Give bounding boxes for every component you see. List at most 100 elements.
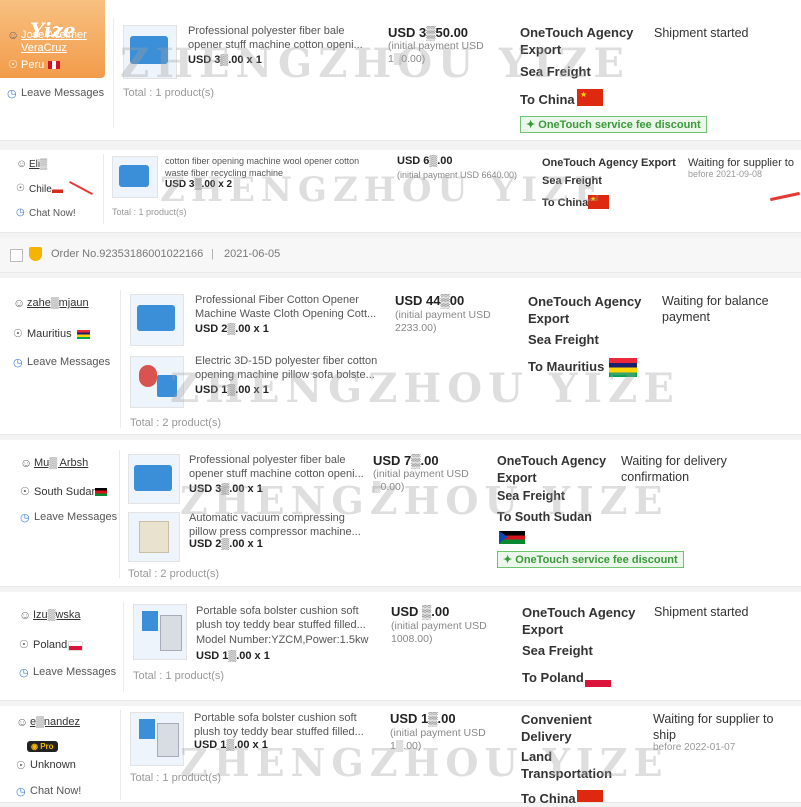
product-thumbnail[interactable] [130, 294, 184, 346]
product-total: Total : 2 product(s) [128, 568, 220, 580]
header-separator: | [211, 248, 214, 260]
product-thumbnail[interactable] [130, 712, 184, 766]
watermark: ZHENGZHOU YIZE [170, 365, 680, 412]
column-divider [113, 18, 114, 128]
order-amount: USD 7▒.00 [373, 453, 439, 468]
user-icon: ☺ [13, 296, 26, 310]
watermark: ZHENGZHOU YIZE [180, 478, 669, 523]
shipping-destination: To China [521, 791, 576, 806]
order-number[interactable]: Order No.923531860010221​66 [51, 248, 203, 260]
leave-messages-link[interactable]: Leave Messages [21, 87, 104, 99]
red-arrow-icon [69, 181, 93, 195]
column-divider [103, 154, 104, 224]
chat-icon: ◷ [16, 786, 26, 798]
red-arrow-icon [770, 191, 800, 202]
message-icon: ◷ [19, 667, 29, 679]
user-icon: ☺ [19, 608, 32, 622]
china-flag-icon: ★ [577, 89, 603, 106]
initial-payment: (initial payment USD 1008.00) [391, 620, 487, 645]
product-total: Total : 1 product(s) [123, 87, 215, 99]
order-card: ☺ Izu▒wska ☉ Poland ◷ Leave Messages Por… [0, 592, 801, 701]
product-title[interactable]: Professional Fiber Cotton Opener Machine… [195, 293, 380, 321]
location-pin-icon: ☉ [13, 328, 23, 340]
product-thumbnail[interactable] [128, 512, 180, 562]
status-deadline: before 2021-09-08 [688, 169, 763, 179]
select-order-checkbox[interactable] [10, 249, 23, 262]
watermark: ZHENGZHOU YIZE [120, 40, 630, 87]
chat-now-link[interactable]: Chat Now! [30, 785, 81, 797]
leaf-icon: ✦ [526, 119, 539, 131]
location-pin-icon: ☉ [20, 486, 30, 498]
order-amount: USD 6▒.00 [397, 155, 453, 167]
order-status: Shipment started [654, 26, 749, 40]
order-status: Shipment started [654, 605, 749, 619]
chat-icon: ◷ [16, 207, 25, 218]
buyer-location: Chile [29, 184, 52, 195]
user-icon: ☺ [20, 456, 33, 470]
shipping-mode: Sea Freight [522, 643, 593, 658]
buyer-name[interactable]: e▒nandez [30, 716, 80, 728]
order-amount: USD 3▒50.00 [388, 25, 469, 40]
product-thumbnail[interactable] [112, 156, 158, 198]
poland-flag-icon [68, 641, 83, 651]
buyer-name[interactable]: Mu▒ Arbsh [34, 457, 88, 469]
user-icon: ☺ [16, 158, 28, 170]
product-price: USD 2▒.00 x 1 [195, 323, 269, 335]
order-status: Waiting for balance payment [662, 294, 769, 324]
product-price: USD 1▒.00 x 1 [196, 650, 270, 662]
message-icon: ◷ [20, 512, 30, 524]
location-pin-icon: ☉ [19, 639, 29, 651]
product-title[interactable]: Professional polyester fiber bale opener… [189, 453, 369, 481]
order-header-bar: Order No.923531860010221​66 | 2021-06-05 [0, 238, 801, 273]
location-pin-icon: ☉ [16, 760, 26, 772]
shipping-destination: To Poland [522, 670, 584, 685]
order-amount: USD ▒.00 [391, 604, 450, 619]
initial-payment: (initial payment USD 2233.00) [395, 309, 491, 334]
shipping-method: OneTouch Agency Export [522, 605, 636, 637]
buyer-location: Unknown [30, 759, 76, 771]
buyer-name[interactable]: zahe▒mjaun [27, 297, 89, 309]
location-pin-icon: ☉ [8, 59, 18, 71]
order-amount: USD 44▒00 [395, 293, 465, 308]
south-sudan-flag-icon [95, 488, 107, 496]
buyer-name[interactable]: Jose Avelmer VeraCruz [21, 29, 109, 55]
leave-messages-link[interactable]: Leave Messages [33, 666, 116, 678]
shipping-method: OneTouch Agency Export [528, 294, 642, 326]
shield-icon [29, 247, 42, 261]
buyer-location: Peru [21, 59, 45, 71]
mauritius-flag-icon [77, 330, 90, 339]
user-icon: ☺ [7, 28, 20, 42]
product-thumbnail[interactable] [128, 454, 180, 504]
chat-now-link[interactable]: Chat Now! [29, 208, 76, 219]
leave-messages-link[interactable]: Leave Messages [34, 511, 117, 523]
pro-badge: ◉ Pro [27, 741, 58, 752]
buyer-name[interactable]: Eli▒ [29, 159, 47, 170]
product-title[interactable]: Portable sofa bolster cushion soft plush… [194, 711, 369, 739]
pro-label: Pro [40, 742, 54, 751]
product-total: Total : 2 product(s) [130, 417, 222, 429]
column-divider [119, 450, 120, 578]
order-date: 2021-06-05 [224, 248, 281, 260]
leave-messages-link[interactable]: Leave Messages [27, 356, 110, 368]
buyer-location: Mauritius [27, 328, 72, 340]
column-divider [123, 602, 124, 692]
product-title[interactable]: Portable sofa bolster cushion soft plush… [196, 604, 371, 632]
user-icon: ☺ [16, 715, 29, 729]
shipping-mode: Sea Freight [528, 332, 599, 347]
product-price: USD 2▒.00 x 1 [189, 538, 263, 550]
chile-flag-icon [52, 186, 63, 193]
order-status: Waiting for supplier to ship [653, 712, 774, 742]
south-sudan-flag-icon [499, 531, 525, 544]
service-fee-discount-badge: ✦ OneTouch service fee discount [497, 551, 684, 568]
product-thumbnail[interactable] [133, 604, 187, 660]
badge-label: OneTouch service fee discount [538, 119, 701, 131]
message-icon: ◷ [13, 357, 23, 369]
badge-label: OneTouch service fee discount [515, 554, 678, 566]
shipping-destination: To China [520, 92, 575, 107]
poland-flag-icon [585, 673, 611, 687]
product-model: Model Number:YZCM,Power:1.5kw [196, 634, 369, 646]
product-total: Total : 1 product(s) [133, 670, 225, 682]
message-icon: ◷ [7, 88, 17, 100]
buyer-name[interactable]: Izu▒wska [33, 609, 81, 621]
china-flag-icon [577, 790, 603, 802]
